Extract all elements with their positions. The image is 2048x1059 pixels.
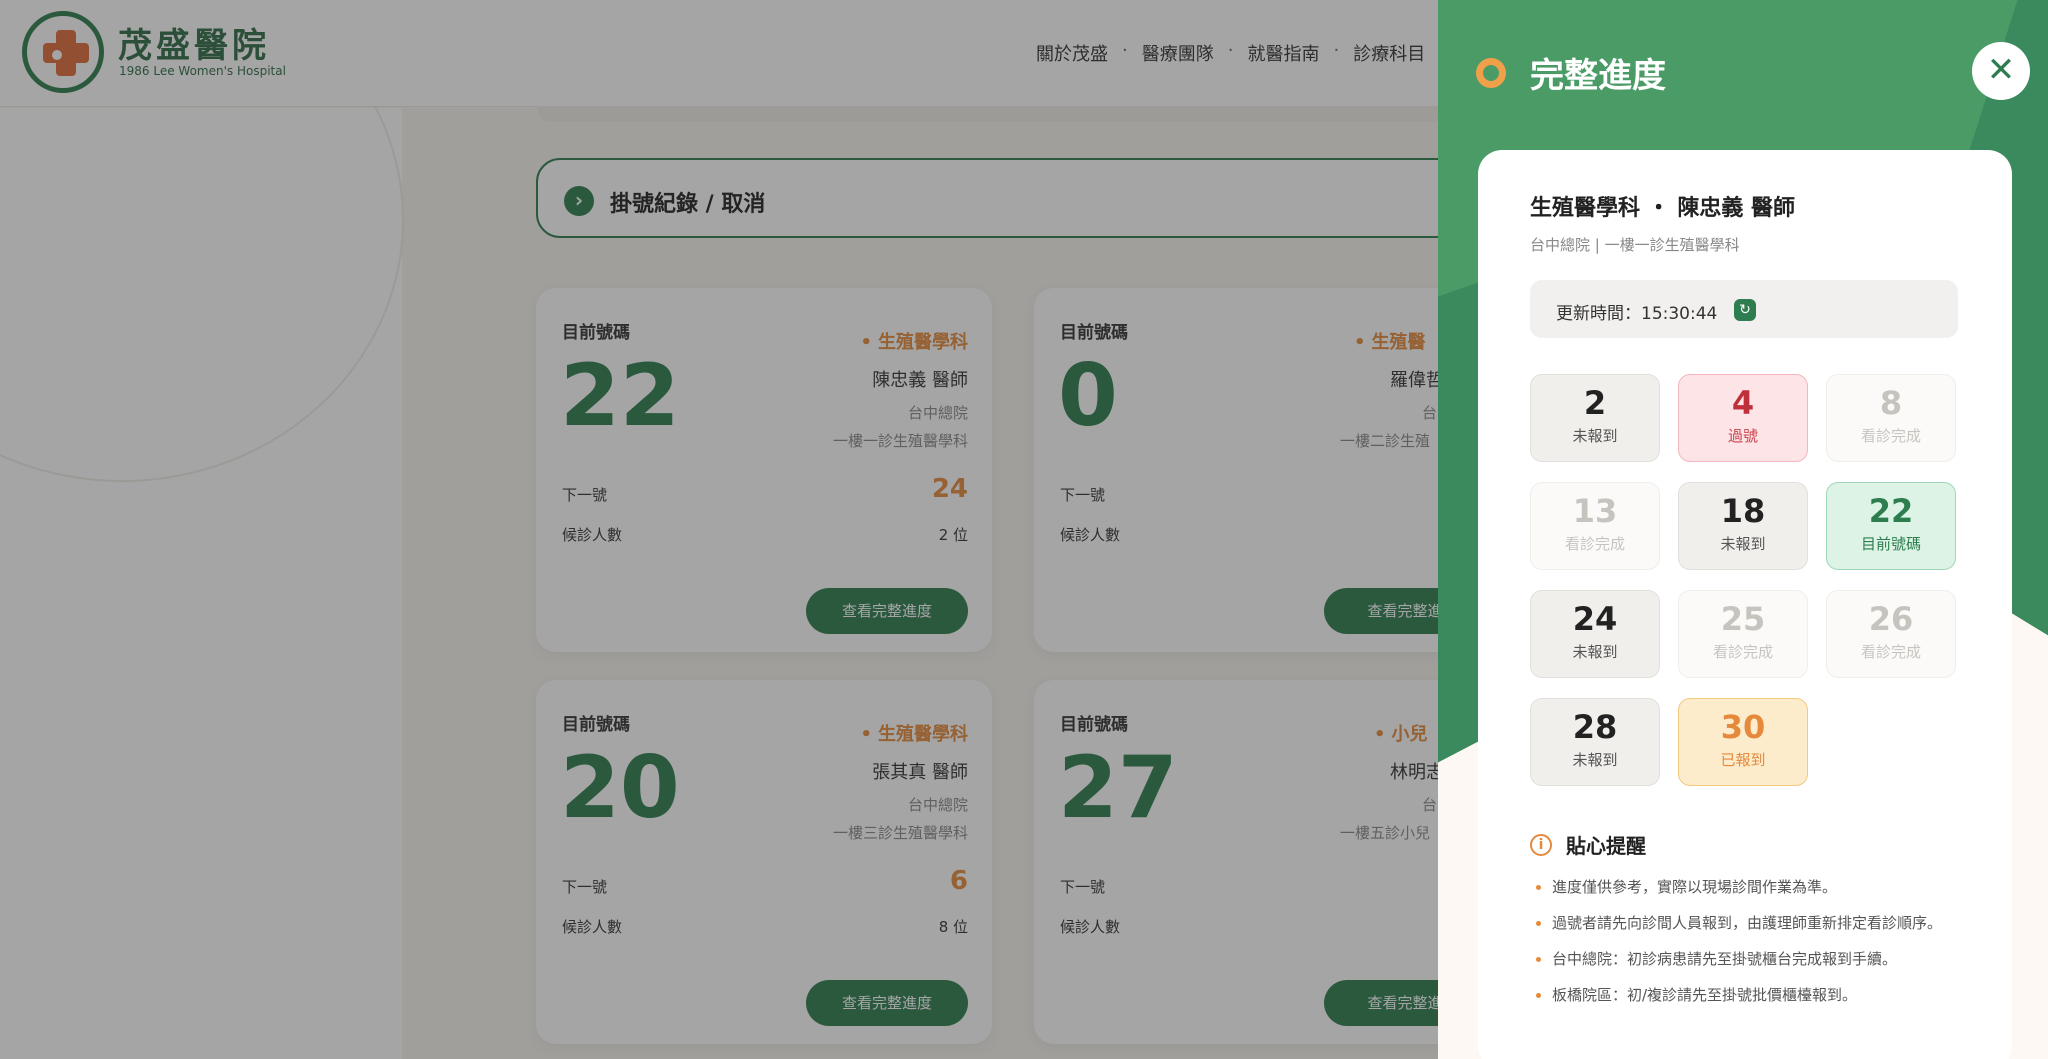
tile-number: 22 xyxy=(1868,492,1914,530)
tile-status: 未報到 xyxy=(1720,535,1766,553)
modal-backdrop[interactable] xyxy=(0,0,1438,1059)
queue-number-tile: 8 看診完成 xyxy=(1826,374,1956,462)
tips-section: i 貼心提醒 進度僅供參考，實際以現場診間作業為準。 過號者請先向診間人員報到，… xyxy=(1530,830,1970,1018)
tile-status: 未報到 xyxy=(1572,643,1618,661)
tile-status: 看診完成 xyxy=(1860,643,1921,661)
tile-status: 目前號碼 xyxy=(1860,535,1921,553)
info-icon: i xyxy=(1530,834,1552,856)
close-button[interactable]: ✕ xyxy=(1972,42,2030,100)
tile-number: 2 xyxy=(1583,384,1607,422)
tip-item: 進度僅供參考，實際以現場診間作業為準。 xyxy=(1530,874,1970,900)
queue-number-tile: 2 未報到 xyxy=(1530,374,1660,462)
tile-number: 18 xyxy=(1720,492,1766,530)
queue-number-tile: 24 未報到 xyxy=(1530,590,1660,678)
update-time-box: 更新時間：15:30:44 ↻ xyxy=(1530,280,1958,338)
tile-number: 25 xyxy=(1720,600,1766,638)
tip-item: 板橋院區：初/複診請先至掛號批價櫃檯報到。 xyxy=(1530,982,1970,1008)
tile-number: 26 xyxy=(1868,600,1914,638)
tile-status: 看診完成 xyxy=(1712,643,1773,661)
tile-number: 13 xyxy=(1572,492,1618,530)
clinic-location: 台中總院 | 一樓一診生殖醫學科 xyxy=(1530,236,1740,254)
update-time: 更新時間：15:30:44 xyxy=(1556,304,1718,324)
title-ring-icon xyxy=(1476,58,1506,88)
tips-title: 貼心提醒 xyxy=(1566,834,1646,858)
queue-number-tile: 25 看診完成 xyxy=(1678,590,1808,678)
tile-number: 8 xyxy=(1879,384,1903,422)
queue-number-tile: 18 未報到 xyxy=(1678,482,1808,570)
tips-list: 進度僅供參考，實際以現場診間作業為準。 過號者請先向診間人員報到，由護理師重新排… xyxy=(1530,874,1970,1008)
queue-number-tile: 13 看診完成 xyxy=(1530,482,1660,570)
number-grid: 2 未報到 4 過號 8 看診完成 13 看診完成 18 未報到 22 目前號碼 24 未報到 25 看診完成… xyxy=(1530,374,1960,790)
tip-item: 過號者請先向診間人員報到，由護理師重新排定看診順序。 xyxy=(1530,910,1970,936)
queue-number-tile: 30 已報到 xyxy=(1678,698,1808,786)
tile-number: 30 xyxy=(1720,708,1766,746)
tile-status: 看診完成 xyxy=(1564,535,1625,553)
tip-item: 台中總院：初診病患請先至掛號櫃台完成報到手續。 xyxy=(1530,946,1970,972)
tile-status: 已報到 xyxy=(1720,751,1766,769)
queue-number-tile: 4 過號 xyxy=(1678,374,1808,462)
queue-number-tile: 28 未報到 xyxy=(1530,698,1660,786)
tile-status: 看診完成 xyxy=(1860,427,1921,445)
tile-status: 未報到 xyxy=(1572,751,1618,769)
queue-number-tile: 26 看診完成 xyxy=(1826,590,1956,678)
tile-number: 28 xyxy=(1572,708,1618,746)
department-doctor: 生殖醫學科 ・ 陳忠義 醫師 xyxy=(1530,196,1795,221)
progress-panel: 生殖醫學科 ・ 陳忠義 醫師 台中總院 | 一樓一診生殖醫學科 更新時間：15:… xyxy=(1478,150,2012,1059)
tile-status: 過號 xyxy=(1727,427,1758,445)
progress-drawer: 完整進度 ✕ 生殖醫學科 ・ 陳忠義 醫師 台中總院 | 一樓一診生殖醫學科 更… xyxy=(1438,0,2048,1059)
drawer-title: 完整進度 xyxy=(1530,56,1666,96)
tile-number: 24 xyxy=(1572,600,1618,638)
queue-number-tile: 22 目前號碼 xyxy=(1826,482,1956,570)
tile-number: 4 xyxy=(1731,384,1755,422)
refresh-icon[interactable]: ↻ xyxy=(1734,299,1756,321)
tile-status: 未報到 xyxy=(1572,427,1618,445)
